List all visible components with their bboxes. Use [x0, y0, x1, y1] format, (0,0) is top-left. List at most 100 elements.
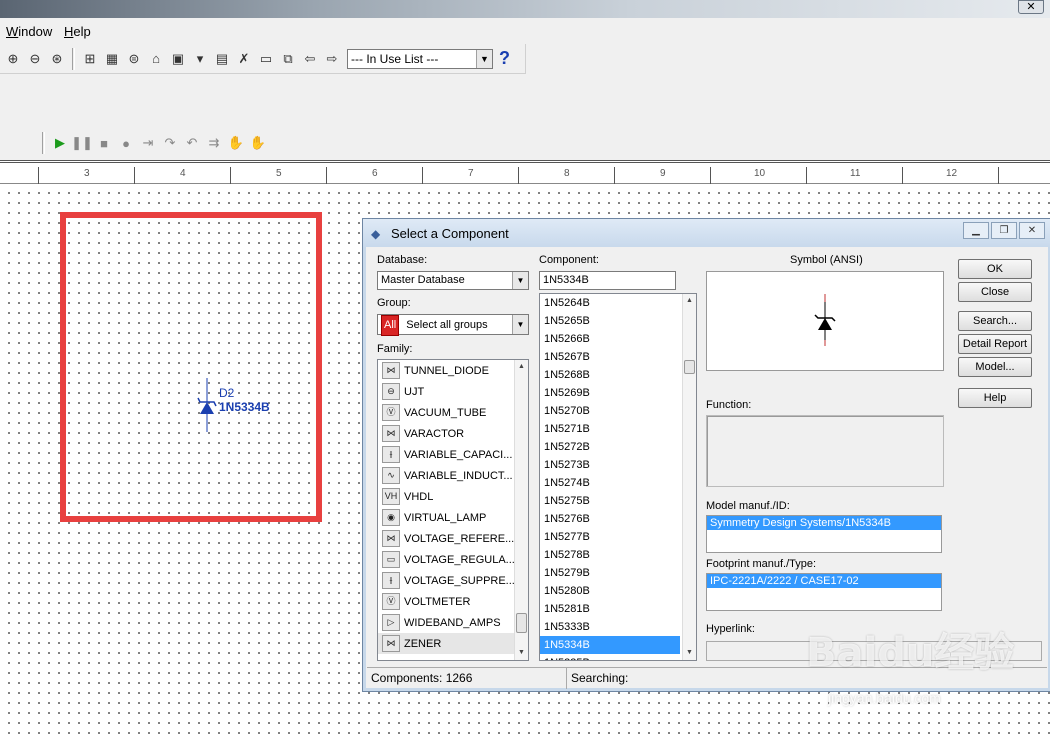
forward-annotate-icon[interactable]: ⇨ — [321, 48, 343, 70]
record-icon[interactable]: ● — [115, 132, 137, 154]
postprocessor-icon[interactable]: ⌂ — [145, 48, 167, 70]
family-list-item[interactable]: ⋈ ZENER — [378, 633, 528, 654]
component-list-item[interactable]: 1N5268B — [540, 366, 696, 384]
component-list-item[interactable]: 1N5335B — [540, 654, 696, 660]
detail-report-button[interactable]: Detail Report — [958, 334, 1032, 354]
family-list-item[interactable]: Ⓥ VACUUM_TUBE — [378, 402, 528, 423]
help-icon[interactable]: ? — [499, 48, 510, 69]
database-select[interactable]: Master Database ▼ — [377, 271, 529, 290]
spreadsheet-icon[interactable]: ▦ — [101, 48, 123, 70]
zoom-out-icon[interactable]: ⊖ — [24, 48, 46, 70]
window-title-strip: ✕ — [0, 0, 1050, 18]
copy-icon[interactable]: ⧉ — [277, 48, 299, 70]
zoom-fit-icon[interactable]: ⊛ — [46, 48, 68, 70]
design-toolbox-icon[interactable]: ⊞ — [79, 48, 101, 70]
dropdown-arrow-icon[interactable]: ▾ — [189, 48, 211, 70]
menu-window[interactable]: Window — [6, 24, 52, 39]
dialog-title-bar[interactable]: ◆ Select a Component ▁ ❐ ✕ — [363, 219, 1050, 247]
component-list-item[interactable]: 1N5270B — [540, 402, 696, 420]
component-list-item[interactable]: 1N5333B — [540, 618, 696, 636]
component-list-item[interactable]: 1N5269B — [540, 384, 696, 402]
family-list-item[interactable]: Ⓥ VOLTMETER — [378, 591, 528, 612]
scroll-down-icon[interactable]: ▼ — [515, 646, 528, 660]
highlight-box — [60, 212, 322, 522]
select-box-icon[interactable]: ▭ — [255, 48, 277, 70]
stop-icon[interactable]: ■ — [93, 132, 115, 154]
back-annotate-icon[interactable]: ⇦ — [299, 48, 321, 70]
component-list-item[interactable]: 1N5278B — [540, 546, 696, 564]
footprint-list[interactable]: IPC-2221A/2222 / CASE17-02 — [706, 573, 942, 611]
component-list-item[interactable]: 1N5273B — [540, 456, 696, 474]
family-list-item[interactable]: ⋈ VOLTAGE_REFERE... — [378, 528, 528, 549]
ruler-label: 7 — [468, 168, 474, 179]
family-scrollbar[interactable]: ▲ ▼ — [514, 360, 528, 660]
component-list-item[interactable]: 1N5274B — [540, 474, 696, 492]
family-list-item[interactable]: VH VHDL — [378, 486, 528, 507]
component-list-item[interactable]: 1N5264B — [540, 294, 696, 312]
ok-button[interactable]: OK — [958, 259, 1032, 279]
scroll-down-icon[interactable]: ▼ — [683, 646, 696, 660]
chevron-down-icon[interactable]: ▼ — [476, 49, 492, 68]
window-close-button[interactable]: ✕ — [1018, 0, 1044, 14]
zoom-in-icon[interactable]: ⊕ — [2, 48, 24, 70]
database-icon[interactable]: ⊜ — [123, 48, 145, 70]
family-list-item[interactable]: ⫲ VARIABLE_CAPACI... — [378, 444, 528, 465]
scroll-up-icon[interactable]: ▲ — [683, 294, 696, 308]
help-button[interactable]: Help — [958, 388, 1032, 408]
component-list-item[interactable]: 1N5276B — [540, 510, 696, 528]
model-list[interactable]: Symmetry Design Systems/1N5334B — [706, 515, 942, 553]
in-use-list-select[interactable]: --- In Use List --- ▼ — [347, 48, 493, 69]
run-to-cursor-icon[interactable]: ⇉ — [203, 132, 225, 154]
component-list-item[interactable]: 1N5281B — [540, 600, 696, 618]
component-list-item[interactable]: 1N5266B — [540, 330, 696, 348]
group-select[interactable]: All Select all groups ▼ — [377, 314, 529, 336]
family-list-item[interactable]: ⋈ VARACTOR — [378, 423, 528, 444]
component-list-item[interactable]: 1N5275B — [540, 492, 696, 510]
component-list-item[interactable]: 1N5272B — [540, 438, 696, 456]
minimize-icon[interactable]: ▁ — [963, 222, 989, 239]
restore-icon[interactable]: ❐ — [991, 222, 1017, 239]
component-list[interactable]: 1N5264B 1N5265B 1N5266B 1N5267B 1N5268B 1N526… — [539, 293, 697, 661]
family-list-item[interactable]: ◉ VIRTUAL_LAMP — [378, 507, 528, 528]
family-list-item[interactable]: ⫲ VOLTAGE_SUPPRE... — [378, 570, 528, 591]
menu-help[interactable]: Help — [64, 24, 91, 39]
chevron-down-icon[interactable]: ▼ — [512, 315, 528, 334]
run-simulation-icon[interactable]: ▶ — [49, 132, 71, 154]
component-search-input[interactable]: 1N5334B — [539, 271, 676, 290]
model-list-item[interactable]: Symmetry Design Systems/1N5334B — [707, 516, 941, 530]
family-list-item[interactable]: ⋈ TUNNEL_DIODE — [378, 360, 528, 381]
ruler-label: 6 — [372, 168, 378, 179]
step-out-icon[interactable]: ↶ — [181, 132, 203, 154]
family-list-item[interactable]: ⊖ UJT — [378, 381, 528, 402]
grapher-icon[interactable]: ▣ — [167, 48, 189, 70]
component-list-item[interactable]: 1N5267B — [540, 348, 696, 366]
scroll-thumb[interactable] — [684, 360, 695, 374]
scroll-up-icon[interactable]: ▲ — [515, 360, 528, 374]
scroll-thumb[interactable] — [516, 613, 527, 633]
close-button[interactable]: Close — [958, 282, 1032, 302]
hand-icon[interactable]: ✋ — [225, 132, 247, 154]
step-into-icon[interactable]: ⇥ — [137, 132, 159, 154]
footprint-list-item[interactable]: IPC-2221A/2222 / CASE17-02 — [707, 574, 941, 588]
component-list-item[interactable]: 1N5280B — [540, 582, 696, 600]
family-list-item[interactable]: ▷ WIDEBAND_AMPS — [378, 612, 528, 633]
family-list-item[interactable]: ▭ VOLTAGE_REGULA... — [378, 549, 528, 570]
placed-zener-diode[interactable]: D2 1N5334B — [195, 378, 275, 436]
close-icon[interactable]: ✕ — [1019, 222, 1045, 239]
step-over-icon[interactable]: ↷ — [159, 132, 181, 154]
breadboard-icon[interactable]: ▤ — [211, 48, 233, 70]
probe-icon[interactable]: ✋ — [247, 132, 269, 154]
pause-icon[interactable]: ❚❚ — [71, 132, 93, 154]
family-list-item[interactable]: ∿ VARIABLE_INDUCT... — [378, 465, 528, 486]
component-list-item[interactable]: 1N5277B — [540, 528, 696, 546]
family-list[interactable]: ⋈ TUNNEL_DIODE ⊖ UJT Ⓥ VACUUM_TUBE ⋈ VARACTOR ⫲ V… — [377, 359, 529, 661]
component-list-item[interactable]: 1N5334B — [540, 636, 680, 654]
component-list-item[interactable]: 1N5271B — [540, 420, 696, 438]
search-button[interactable]: Search... — [958, 311, 1032, 331]
chevron-down-icon[interactable]: ▼ — [512, 272, 528, 289]
erc-icon[interactable]: ✗ — [233, 48, 255, 70]
component-list-item[interactable]: 1N5265B — [540, 312, 696, 330]
model-button[interactable]: Model... — [958, 357, 1032, 377]
component-scrollbar[interactable]: ▲ ▼ — [682, 294, 696, 660]
component-list-item[interactable]: 1N5279B — [540, 564, 696, 582]
